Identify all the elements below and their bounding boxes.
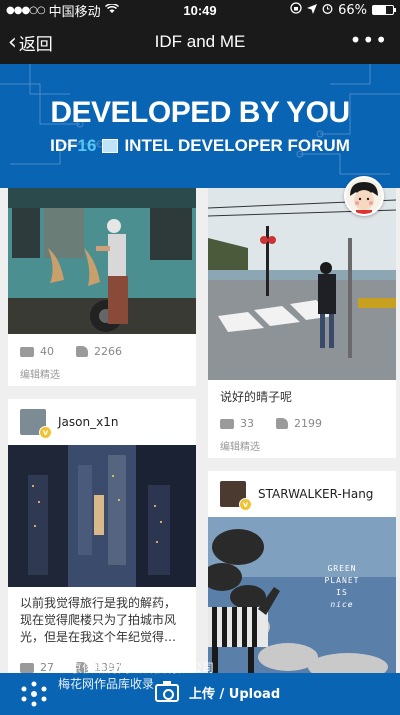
- banner-subtitle: IDF16 INTEL DEVELOPER FORUM: [0, 136, 400, 156]
- upload-button[interactable]: 上传 / Upload: [155, 680, 281, 702]
- comment-icon: [20, 662, 34, 673]
- card-author[interactable]: v Jason_x1n: [20, 409, 118, 439]
- card-stats: 33 2199: [220, 417, 322, 430]
- editor-pick-tag: 编辑精选: [20, 370, 60, 381]
- comment-icon: [220, 418, 234, 429]
- location-icon: [307, 3, 318, 18]
- brand-logo-icon[interactable]: [20, 681, 48, 707]
- photo-card[interactable]: v Jason_x1n 以前我觉得旅行是我的解药，现在觉得爬楼只为了拍城市风光，…: [8, 399, 196, 673]
- watermark-company: 北京俊斯特网络科技有限公司: [58, 661, 215, 675]
- rotation-lock-icon: [290, 2, 302, 18]
- comment-count: 33: [240, 417, 254, 430]
- card-caption: 说好的晴子呢: [220, 390, 293, 404]
- clock: 10:49: [183, 2, 217, 18]
- card-photo-crossing[interactable]: [208, 188, 396, 380]
- chip-icon: [102, 139, 119, 153]
- battery-percent: 66%: [338, 2, 367, 18]
- status-bar: ●●●○○ 中国移动 10:49 66%: [0, 0, 400, 20]
- banner-idf: IDF: [50, 136, 78, 155]
- card-author[interactable]: v STARWALKER-Hang: [220, 481, 373, 511]
- upload-label: 上传 / Upload: [189, 687, 281, 702]
- verified-icon: v: [39, 426, 52, 439]
- carrier-label: 中国移动: [48, 4, 101, 20]
- nav-bar: ‹ 返回 IDF and ME •••: [0, 20, 400, 64]
- comment-count: 40: [40, 345, 54, 358]
- card-photo-bus[interactable]: [8, 188, 196, 334]
- avatar[interactable]: v: [220, 481, 252, 511]
- back-label: 返回: [18, 35, 53, 55]
- camera-icon: [155, 680, 179, 702]
- card-stats: 40 2266: [20, 345, 122, 358]
- idf-banner[interactable]: DEVELOPED BY YOU IDF16 INTEL DEVELOPER F…: [0, 64, 400, 188]
- comment-count: 27: [40, 661, 54, 673]
- page-title: IDF and ME: [154, 32, 246, 51]
- more-menu-button[interactable]: •••: [350, 28, 388, 52]
- banner-forum: INTEL DEVELOPER FORUM: [124, 136, 350, 155]
- like-icon: [276, 418, 288, 429]
- card-caption: 以前我觉得旅行是我的解药，现在觉得爬楼只为了拍城市风光，但是在我这个年纪觉得…: [20, 596, 177, 644]
- editor-pick-tag: 编辑精选: [220, 442, 260, 453]
- photo-card[interactable]: v STARWALKER-Hang GREEN PLANET IS nice: [208, 471, 396, 673]
- banner-year: 16: [77, 136, 97, 155]
- bottom-action-bar: 上传 / Upload 北京俊斯特网络科技有限公司 梅花网作品库收录: [0, 661, 400, 715]
- photo-feed[interactable]: 40 2266 编辑精选 说好的晴子呢 33 2199 编辑精选 v Jason…: [0, 188, 400, 673]
- alarm-icon: [322, 3, 333, 18]
- like-count: 2199: [294, 417, 322, 430]
- username[interactable]: STARWALKER-Hang: [258, 487, 373, 501]
- watermark-source: 梅花网作品库收录: [58, 677, 155, 691]
- wifi-icon: [104, 2, 119, 18]
- photo-card[interactable]: 40 2266 编辑精选: [8, 188, 196, 386]
- poster-text: GREEN PLANET IS nice: [324, 564, 360, 609]
- comment-icon: [20, 346, 34, 357]
- card-photo-zebra-poster[interactable]: GREEN PLANET IS nice: [208, 517, 396, 673]
- battery-icon: [372, 5, 396, 15]
- verified-icon: v: [239, 498, 252, 511]
- floating-profile-avatar[interactable]: [344, 176, 384, 216]
- banner-headline: DEVELOPED BY YOU: [50, 96, 350, 129]
- signal-strength-icon: ●●●○○: [6, 4, 46, 16]
- card-photo-city[interactable]: [8, 445, 196, 587]
- back-button[interactable]: ‹ 返回: [8, 30, 53, 55]
- like-count: 2266: [94, 345, 122, 358]
- photo-card[interactable]: 说好的晴子呢 33 2199 编辑精选: [208, 188, 396, 458]
- username[interactable]: Jason_x1n: [58, 415, 118, 429]
- chevron-left-icon: ‹: [8, 29, 17, 55]
- like-icon: [76, 346, 88, 357]
- avatar[interactable]: v: [20, 409, 52, 439]
